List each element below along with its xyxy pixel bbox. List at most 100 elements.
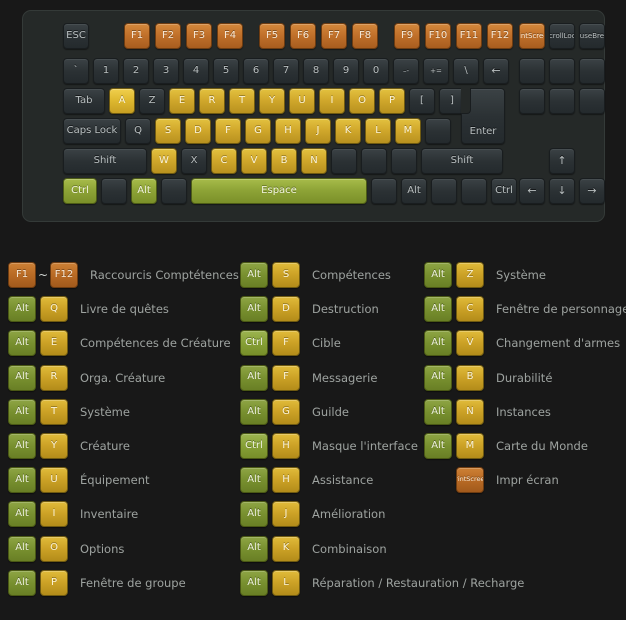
legend-modifier-key-alt[interactable]: Alt — [8, 569, 36, 596]
key-f7[interactable]: F7 — [321, 23, 347, 49]
key-x[interactable]: X — [181, 148, 207, 174]
legend-modifier-key-alt[interactable]: Alt — [8, 433, 36, 460]
legend-key-t[interactable]: T — [40, 398, 68, 425]
legend-modifier-key-alt[interactable]: Alt — [240, 535, 268, 562]
key-f10[interactable]: F10 — [425, 23, 451, 49]
key-g[interactable]: G — [245, 118, 271, 144]
legend-key-d[interactable]: D — [272, 296, 300, 323]
key-8[interactable]: 8 — [303, 58, 329, 84]
key-5[interactable]: 5 — [213, 58, 239, 84]
legend-key-j[interactable]: J — [272, 501, 300, 528]
legend-modifier-key-alt[interactable]: Alt — [8, 535, 36, 562]
legend-key-p[interactable]: P — [40, 569, 68, 596]
key-blank[interactable] — [519, 58, 545, 84]
key-blank[interactable] — [431, 178, 457, 204]
legend-modifier-key-alt[interactable]: Alt — [240, 467, 268, 494]
legend-modifier-key-alt[interactable]: Alt — [424, 262, 452, 289]
legend-modifier-key-alt[interactable]: Alt — [424, 330, 452, 357]
key-3[interactable]: 3 — [153, 58, 179, 84]
legend-key-f[interactable]: F — [272, 330, 300, 357]
key-s[interactable]: S — [155, 118, 181, 144]
key-blank[interactable]: \ — [453, 58, 479, 84]
legend-modifier-key-alt[interactable]: Alt — [240, 296, 268, 323]
key-blank[interactable] — [549, 88, 575, 114]
legend-key-b[interactable]: B — [456, 364, 484, 391]
key-j[interactable]: J — [305, 118, 331, 144]
key-blank[interactable]: ` — [63, 58, 89, 84]
key-f1[interactable]: F1 — [124, 23, 150, 49]
key-blank[interactable] — [391, 148, 417, 174]
key-9[interactable]: 9 — [333, 58, 359, 84]
key-f[interactable]: F — [215, 118, 241, 144]
legend-modifier-key-alt[interactable]: Alt — [240, 569, 268, 596]
key-1[interactable]: 1 — [93, 58, 119, 84]
legend-key-f[interactable]: F — [272, 364, 300, 391]
key-i[interactable]: I — [319, 88, 345, 114]
legend-key-l[interactable]: L — [272, 569, 300, 596]
legend-key-r[interactable]: R — [40, 364, 68, 391]
key-tab[interactable]: Tab — [63, 88, 105, 114]
key-f12[interactable]: F12 — [487, 23, 513, 49]
legend-key-i[interactable]: I — [40, 501, 68, 528]
key-print-screen[interactable]: PrintScreen — [519, 23, 545, 49]
key-blank[interactable]: → — [579, 178, 605, 204]
legend-key-c[interactable]: C — [456, 296, 484, 323]
legend-modifier-key-alt[interactable]: Alt — [240, 398, 268, 425]
legend-modifier-key-alt[interactable]: Alt — [8, 501, 36, 528]
legend-key-g[interactable]: G — [272, 398, 300, 425]
key-v[interactable]: V — [241, 148, 267, 174]
key-f8[interactable]: F8 — [352, 23, 378, 49]
key-d[interactable]: D — [185, 118, 211, 144]
key-e[interactable]: E — [169, 88, 195, 114]
key-f6[interactable]: F6 — [290, 23, 316, 49]
key-y[interactable]: Y — [259, 88, 285, 114]
key-ctrl[interactable]: Ctrl — [491, 178, 517, 204]
legend-key-k[interactable]: K — [272, 535, 300, 562]
key-q[interactable]: Q — [125, 118, 151, 144]
key-f3[interactable]: F3 — [186, 23, 212, 49]
key-shift[interactable]: Shift — [421, 148, 503, 174]
legend-modifier-key-alt[interactable]: Alt — [424, 398, 452, 425]
legend-modifier-key-alt[interactable]: Alt — [8, 398, 36, 425]
key-2[interactable]: 2 — [123, 58, 149, 84]
key-0[interactable]: 0 — [363, 58, 389, 84]
key-f11[interactable]: F11 — [456, 23, 482, 49]
key-blank[interactable] — [579, 58, 605, 84]
key-shift[interactable]: Shift — [63, 148, 147, 174]
legend-modifier-key-alt[interactable]: Alt — [240, 364, 268, 391]
key-blank[interactable] — [331, 148, 357, 174]
legend-modifier-key-ctrl[interactable]: Ctrl — [240, 330, 268, 357]
key-blank[interactable] — [361, 148, 387, 174]
key-z[interactable]: Z — [139, 88, 165, 114]
legend-key-h[interactable]: H — [272, 433, 300, 460]
key-f4[interactable]: F4 — [217, 23, 243, 49]
key-f2[interactable]: F2 — [155, 23, 181, 49]
key-blank[interactable] — [101, 178, 127, 204]
key-blank[interactable]: ← — [519, 178, 545, 204]
key-f9[interactable]: F9 — [394, 23, 420, 49]
key-f5[interactable]: F5 — [259, 23, 285, 49]
key-espace[interactable]: Espace — [191, 178, 367, 204]
key-u[interactable]: U — [289, 88, 315, 114]
key-t[interactable]: T — [229, 88, 255, 114]
legend-key-m[interactable]: M — [456, 433, 484, 460]
key-l[interactable]: L — [365, 118, 391, 144]
key-k[interactable]: K — [335, 118, 361, 144]
key-scroll-lock[interactable]: ScrollLock — [549, 23, 575, 49]
key-blank[interactable] — [519, 88, 545, 114]
legend-key-o[interactable]: O — [40, 535, 68, 562]
key-blank[interactable] — [461, 178, 487, 204]
legend-modifier-key-alt[interactable]: Alt — [8, 330, 36, 357]
legend-modifier-key-alt[interactable]: Alt — [424, 433, 452, 460]
key-blank[interactable] — [425, 118, 451, 144]
key-blank[interactable]: ← — [483, 58, 509, 84]
legend-modifier-key-alt[interactable]: Alt — [424, 364, 452, 391]
key-blank[interactable]: ↑ — [549, 148, 575, 174]
key-n[interactable]: N — [301, 148, 327, 174]
legend-key-v[interactable]: V — [456, 330, 484, 357]
legend-key-e[interactable]: E — [40, 330, 68, 357]
key-m[interactable]: M — [395, 118, 421, 144]
key-blank[interactable]: + = — [423, 58, 449, 84]
key-caps-lock[interactable]: Caps Lock — [63, 118, 121, 144]
legend-key-f12[interactable]: F12 — [50, 262, 78, 289]
